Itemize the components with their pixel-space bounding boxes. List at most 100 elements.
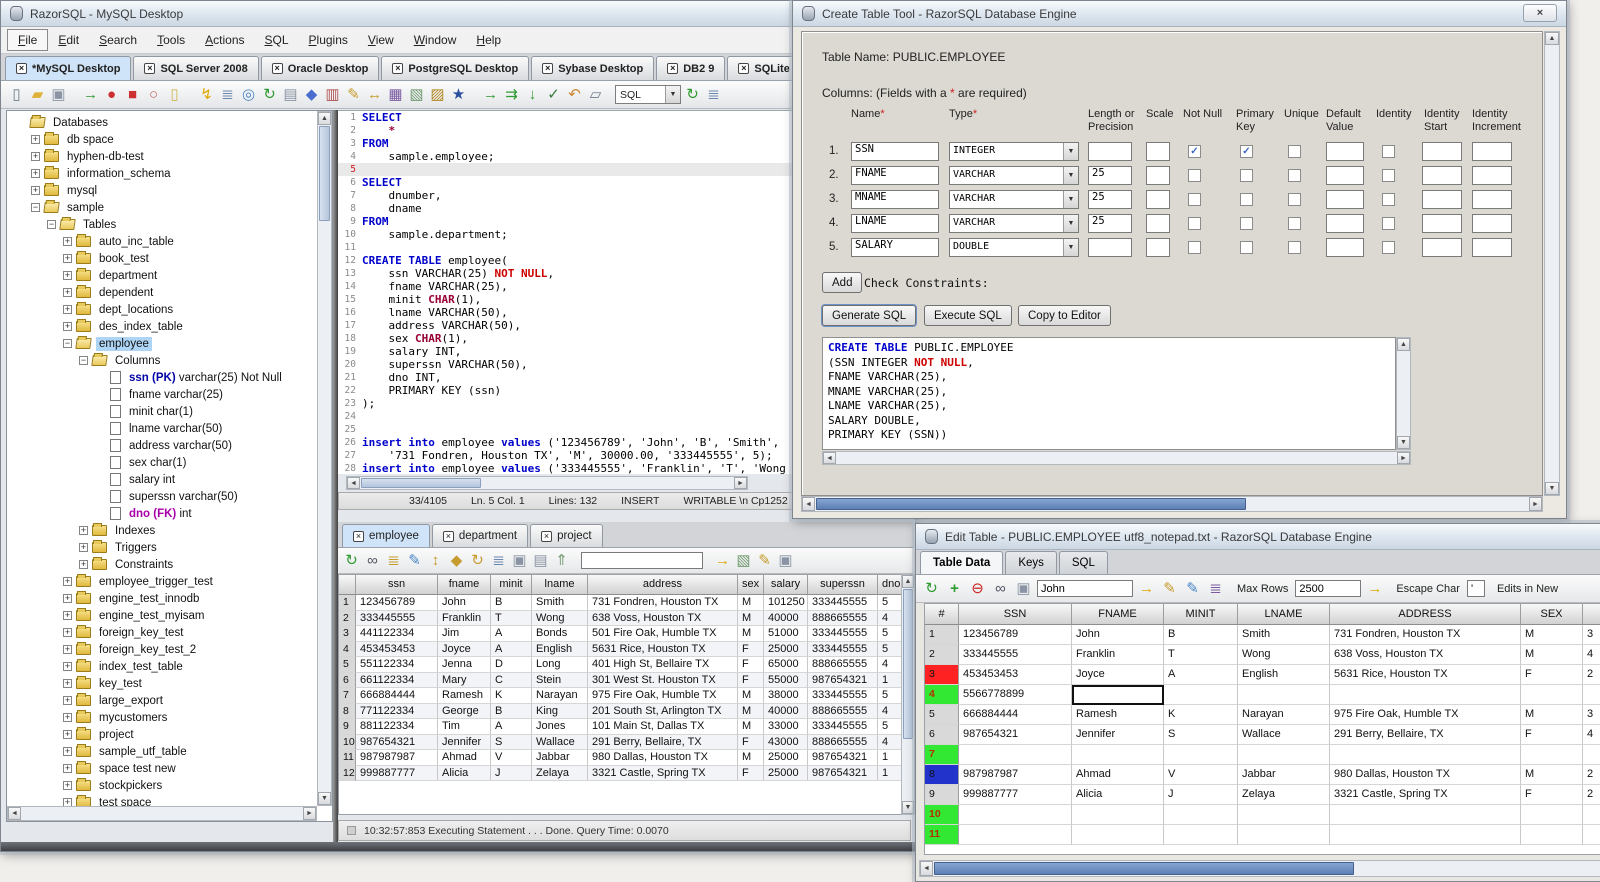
data-cell[interactable]: 2 — [1583, 785, 1600, 805]
tree-vertical-scrollbar[interactable]: ▲ ▼ — [317, 111, 332, 806]
view-row-icon[interactable]: ∞ — [991, 579, 1010, 599]
expand-icon[interactable]: + — [63, 679, 72, 688]
data-cell[interactable]: 51000 — [764, 626, 808, 642]
key-table-icon[interactable]: ▨ — [428, 85, 447, 105]
unique-checkbox[interactable] — [1288, 217, 1301, 230]
row-number[interactable]: 10 — [925, 805, 959, 825]
data-cell[interactable]: 5566778899 — [959, 685, 1072, 705]
expand-icon[interactable]: + — [79, 560, 88, 569]
tree-item[interactable]: + index_test_table — [7, 658, 317, 675]
scrollbar-thumb[interactable] — [319, 126, 330, 221]
key-results-icon[interactable]: ◆ — [447, 551, 466, 571]
columns-icon[interactable]: ▥ — [323, 85, 342, 105]
chevron-down-icon[interactable]: ▼ — [665, 86, 680, 103]
editor-line[interactable]: 18 sex CHAR (1), — [338, 332, 808, 345]
column-name-input[interactable]: SSN — [851, 142, 939, 161]
data-cell[interactable]: 888665555 — [808, 610, 878, 626]
scroll-down-button[interactable]: ▼ — [318, 792, 331, 805]
column-header[interactable]: ssn — [356, 575, 438, 595]
data-cell[interactable]: S — [1164, 725, 1238, 745]
data-cell[interactable] — [1238, 685, 1330, 705]
identity-start-input[interactable] — [1422, 190, 1462, 209]
max-rows-input[interactable] — [1295, 580, 1362, 597]
data-cell[interactable] — [1238, 825, 1330, 845]
data-cell[interactable]: V — [1164, 765, 1238, 785]
data-cell[interactable]: John — [1072, 625, 1164, 645]
tree-item[interactable]: + engine_test_myisam — [7, 607, 317, 624]
filter-results-icon[interactable]: ≣ — [384, 551, 403, 571]
identity-start-input[interactable] — [1422, 142, 1462, 161]
search-file-icon[interactable]: ◎ — [239, 85, 258, 105]
data-cell[interactable]: 1 — [878, 750, 902, 766]
column-header[interactable]: FNAME — [1072, 604, 1164, 625]
data-cell[interactable]: C — [491, 672, 532, 688]
data-cell[interactable]: F — [738, 657, 764, 673]
column-header[interactable]: lname — [532, 575, 588, 595]
tree-item[interactable]: + db space — [7, 131, 317, 148]
tab-close-icon[interactable]: × — [353, 530, 364, 542]
data-cell[interactable]: 5631 Rice, Houston TX — [588, 641, 738, 657]
data-cell[interactable]: English — [532, 641, 588, 657]
data-cell[interactable]: King — [532, 703, 588, 719]
row-number[interactable]: 12 — [339, 765, 356, 781]
data-cell[interactable]: 333445555 — [808, 688, 878, 704]
unique-checkbox[interactable] — [1288, 145, 1301, 158]
data-cell[interactable]: 638 Voss, Houston TX — [1330, 645, 1521, 665]
reload-results-icon[interactable]: ↻ — [468, 551, 487, 571]
data-cell[interactable]: 2 — [1583, 665, 1600, 685]
row-number[interactable]: 8 — [925, 765, 959, 785]
data-cell[interactable] — [1330, 685, 1521, 705]
scroll-up-button[interactable]: ▲ — [1397, 338, 1410, 351]
data-cell[interactable]: 731 Fondren, Houston TX — [588, 595, 738, 611]
tab-close-icon[interactable]: × — [442, 530, 454, 542]
tree-item[interactable]: + department — [7, 267, 317, 284]
tab-close-icon[interactable]: × — [541, 530, 553, 542]
identity-start-input[interactable] — [1422, 214, 1462, 233]
data-cell[interactable]: Franklin — [1072, 645, 1164, 665]
not-null-checkbox[interactable] — [1188, 193, 1201, 206]
export2-icon[interactable]: ▧ — [734, 551, 753, 571]
editor-line[interactable]: 16 lname VARCHAR(50), — [338, 306, 808, 319]
row-number-header[interactable]: # — [925, 604, 959, 625]
expand-icon[interactable]: + — [63, 628, 72, 637]
data-cell[interactable]: A — [1164, 665, 1238, 685]
create-window-vertical-scrollbar[interactable]: ▲ ▼ — [1544, 31, 1560, 496]
primary-key-checkbox[interactable] — [1240, 217, 1253, 230]
expand-icon[interactable]: + — [63, 237, 72, 246]
data-cell[interactable]: M — [738, 610, 764, 626]
refresh-icon[interactable]: ↻ — [683, 85, 702, 105]
data-cell[interactable]: Zelaya — [532, 765, 588, 781]
data-cell[interactable]: English — [1238, 665, 1330, 685]
data-cell[interactable]: V — [491, 750, 532, 766]
data-cell[interactable]: 25000 — [764, 765, 808, 781]
data-cell[interactable]: 551122334 — [356, 657, 438, 673]
data-cell[interactable]: M — [738, 719, 764, 735]
data-cell[interactable]: 3 — [1583, 625, 1600, 645]
generate-sql-button[interactable]: Generate SQL — [822, 305, 917, 326]
column-type-select[interactable]: VARCHAR ▼ — [949, 190, 1079, 209]
default-value-input[interactable] — [1326, 214, 1364, 233]
data-cell[interactable]: 5 — [878, 688, 902, 704]
data-cell[interactable]: 888665555 — [808, 657, 878, 673]
editor-line[interactable]: 22 PRIMARY KEY (ssn) — [338, 384, 808, 397]
column-header[interactable]: SEX — [1521, 604, 1583, 625]
expand-icon[interactable]: + — [63, 730, 72, 739]
data-cell[interactable] — [1521, 805, 1583, 825]
data-cell[interactable]: 1 — [878, 765, 902, 781]
data-cell[interactable]: 4 — [1583, 725, 1600, 745]
data-cell[interactable] — [1583, 685, 1600, 705]
data-cell[interactable]: 65000 — [764, 657, 808, 673]
expand-icon[interactable]: + — [63, 305, 72, 314]
data-cell[interactable]: 25000 — [764, 750, 808, 766]
tree-item[interactable]: + large_export — [7, 692, 317, 709]
tree-item[interactable]: + hyphen-db-test — [7, 148, 317, 165]
edit-cell-icon[interactable]: ✎ — [1183, 579, 1202, 599]
editor-line[interactable]: 23); — [338, 397, 808, 410]
collapse-icon[interactable]: − — [63, 339, 72, 348]
identity-increment-input[interactable] — [1472, 190, 1512, 209]
tree-horizontal-scrollbar[interactable]: ◄ ► — [7, 806, 317, 821]
column-type-select[interactable]: INTEGER ▼ — [949, 142, 1079, 161]
menu-item-tools[interactable]: Tools — [147, 30, 195, 50]
data-cell[interactable] — [1164, 825, 1238, 845]
data-cell[interactable]: 333445555 — [959, 645, 1072, 665]
